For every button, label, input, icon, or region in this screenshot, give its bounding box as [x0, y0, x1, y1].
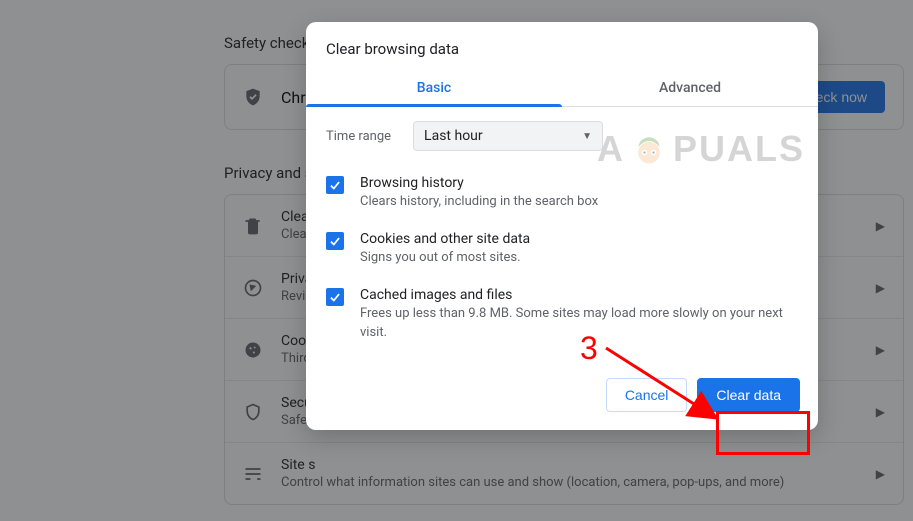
- dialog-title: Clear browsing data: [306, 22, 818, 70]
- option-sub: Signs you out of most sites.: [360, 249, 798, 267]
- dialog-tabs: Basic Advanced: [306, 70, 818, 107]
- clear-browsing-data-dialog: Clear browsing data Basic Advanced Time …: [306, 22, 818, 430]
- clear-data-button[interactable]: Clear data: [697, 378, 800, 412]
- option-title: Browsing history: [360, 175, 798, 191]
- cancel-button[interactable]: Cancel: [606, 378, 688, 412]
- tab-advanced[interactable]: Advanced: [562, 70, 818, 106]
- time-range-select[interactable]: Last hour ▼: [413, 121, 603, 151]
- option-cached[interactable]: Cached images and files Frees up less th…: [326, 279, 798, 353]
- checkbox-browsing-history[interactable]: [326, 176, 344, 194]
- option-sub: Clears history, including in the search …: [360, 193, 798, 211]
- time-range-label: Time range: [326, 129, 391, 144]
- option-sub: Frees up less than 9.8 MB. Some sites ma…: [360, 305, 798, 341]
- option-title: Cached images and files: [360, 287, 798, 303]
- option-title: Cookies and other site data: [360, 231, 798, 247]
- time-range-value: Last hour: [424, 128, 483, 144]
- dropdown-arrow-icon: ▼: [582, 131, 592, 142]
- option-browsing-history[interactable]: Browsing history Clears history, includi…: [326, 167, 798, 223]
- option-cookies[interactable]: Cookies and other site data Signs you ou…: [326, 223, 798, 279]
- checkbox-cookies[interactable]: [326, 232, 344, 250]
- checkbox-cached[interactable]: [326, 288, 344, 306]
- tab-basic[interactable]: Basic: [306, 70, 562, 106]
